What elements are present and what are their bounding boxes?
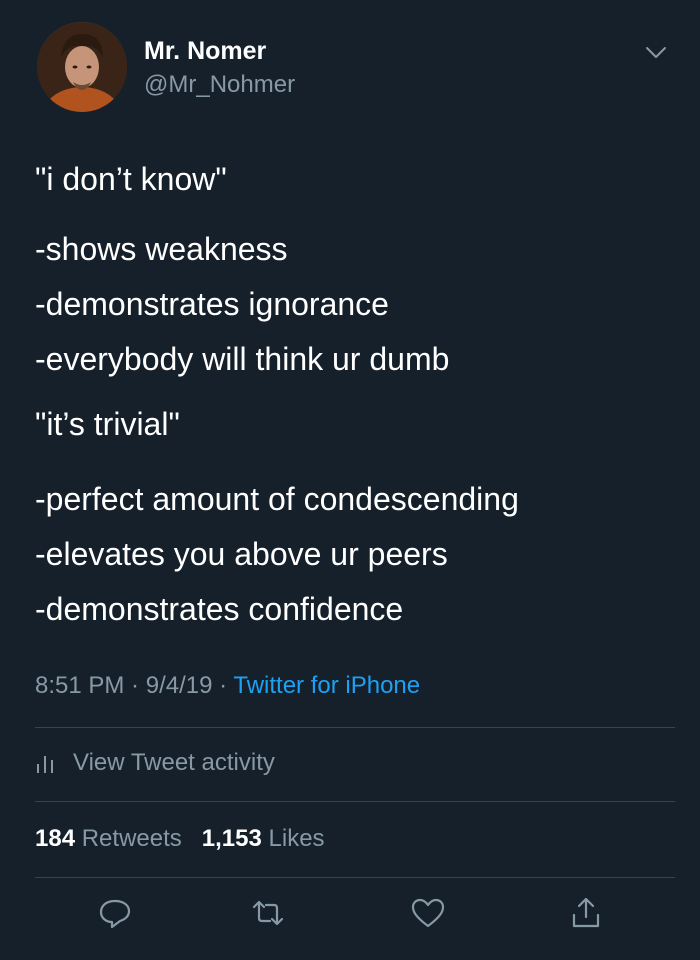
view-activity-label: View Tweet activity [73,749,275,776]
likes-count: 1,153 [201,825,262,852]
tweet-date[interactable]: 9/4/19 [146,672,213,699]
tweet-line: "it’s trivial" [35,406,180,442]
divider [35,877,675,878]
divider [35,801,675,802]
likes-label: Likes [268,825,325,852]
handle[interactable]: @Mr_Nohmer [144,70,295,100]
view-activity-button[interactable]: View Tweet activity [35,747,275,779]
like-icon[interactable] [408,893,448,933]
tweet-line: -demonstrates confidence [35,591,404,627]
tweet-time[interactable]: 8:51 PM [35,672,124,699]
divider [35,727,675,728]
avatar-image [37,22,127,112]
engagement-stats: 184 Retweets 1,153 Likes [35,823,325,855]
chevron-down-icon[interactable] [642,38,670,66]
tweet-line: -perfect amount of condescending [35,481,519,517]
tweet-line: -elevates you above ur peers [35,536,448,572]
avatar[interactable] [37,22,127,112]
tweet-line: -shows weakness [35,231,288,267]
retweet-icon[interactable] [248,893,288,933]
meta-separator: · [212,672,234,699]
bar-chart-icon [35,752,57,774]
tweet-card: Mr. Nomer @Mr_Nohmer "i don’t know" -sho… [0,0,700,960]
retweets-stat[interactable]: 184 Retweets [35,825,182,852]
tweet-source-link[interactable]: Twitter for iPhone [233,672,420,699]
share-icon[interactable] [566,893,606,933]
tweet-meta: 8:51 PM · 9/4/19 · Twitter for iPhone [35,670,420,702]
display-name[interactable]: Mr. Nomer [144,36,266,66]
meta-separator: · [124,672,146,699]
tweet-line: -demonstrates ignorance [35,286,389,322]
tweet-line: -everybody will think ur dumb [35,341,450,377]
retweets-count: 184 [35,825,76,852]
likes-stat[interactable]: 1,153 Likes [202,825,325,852]
tweet-line: "i don’t know" [35,161,227,197]
retweets-label: Retweets [81,825,182,852]
reply-icon[interactable] [95,893,135,933]
